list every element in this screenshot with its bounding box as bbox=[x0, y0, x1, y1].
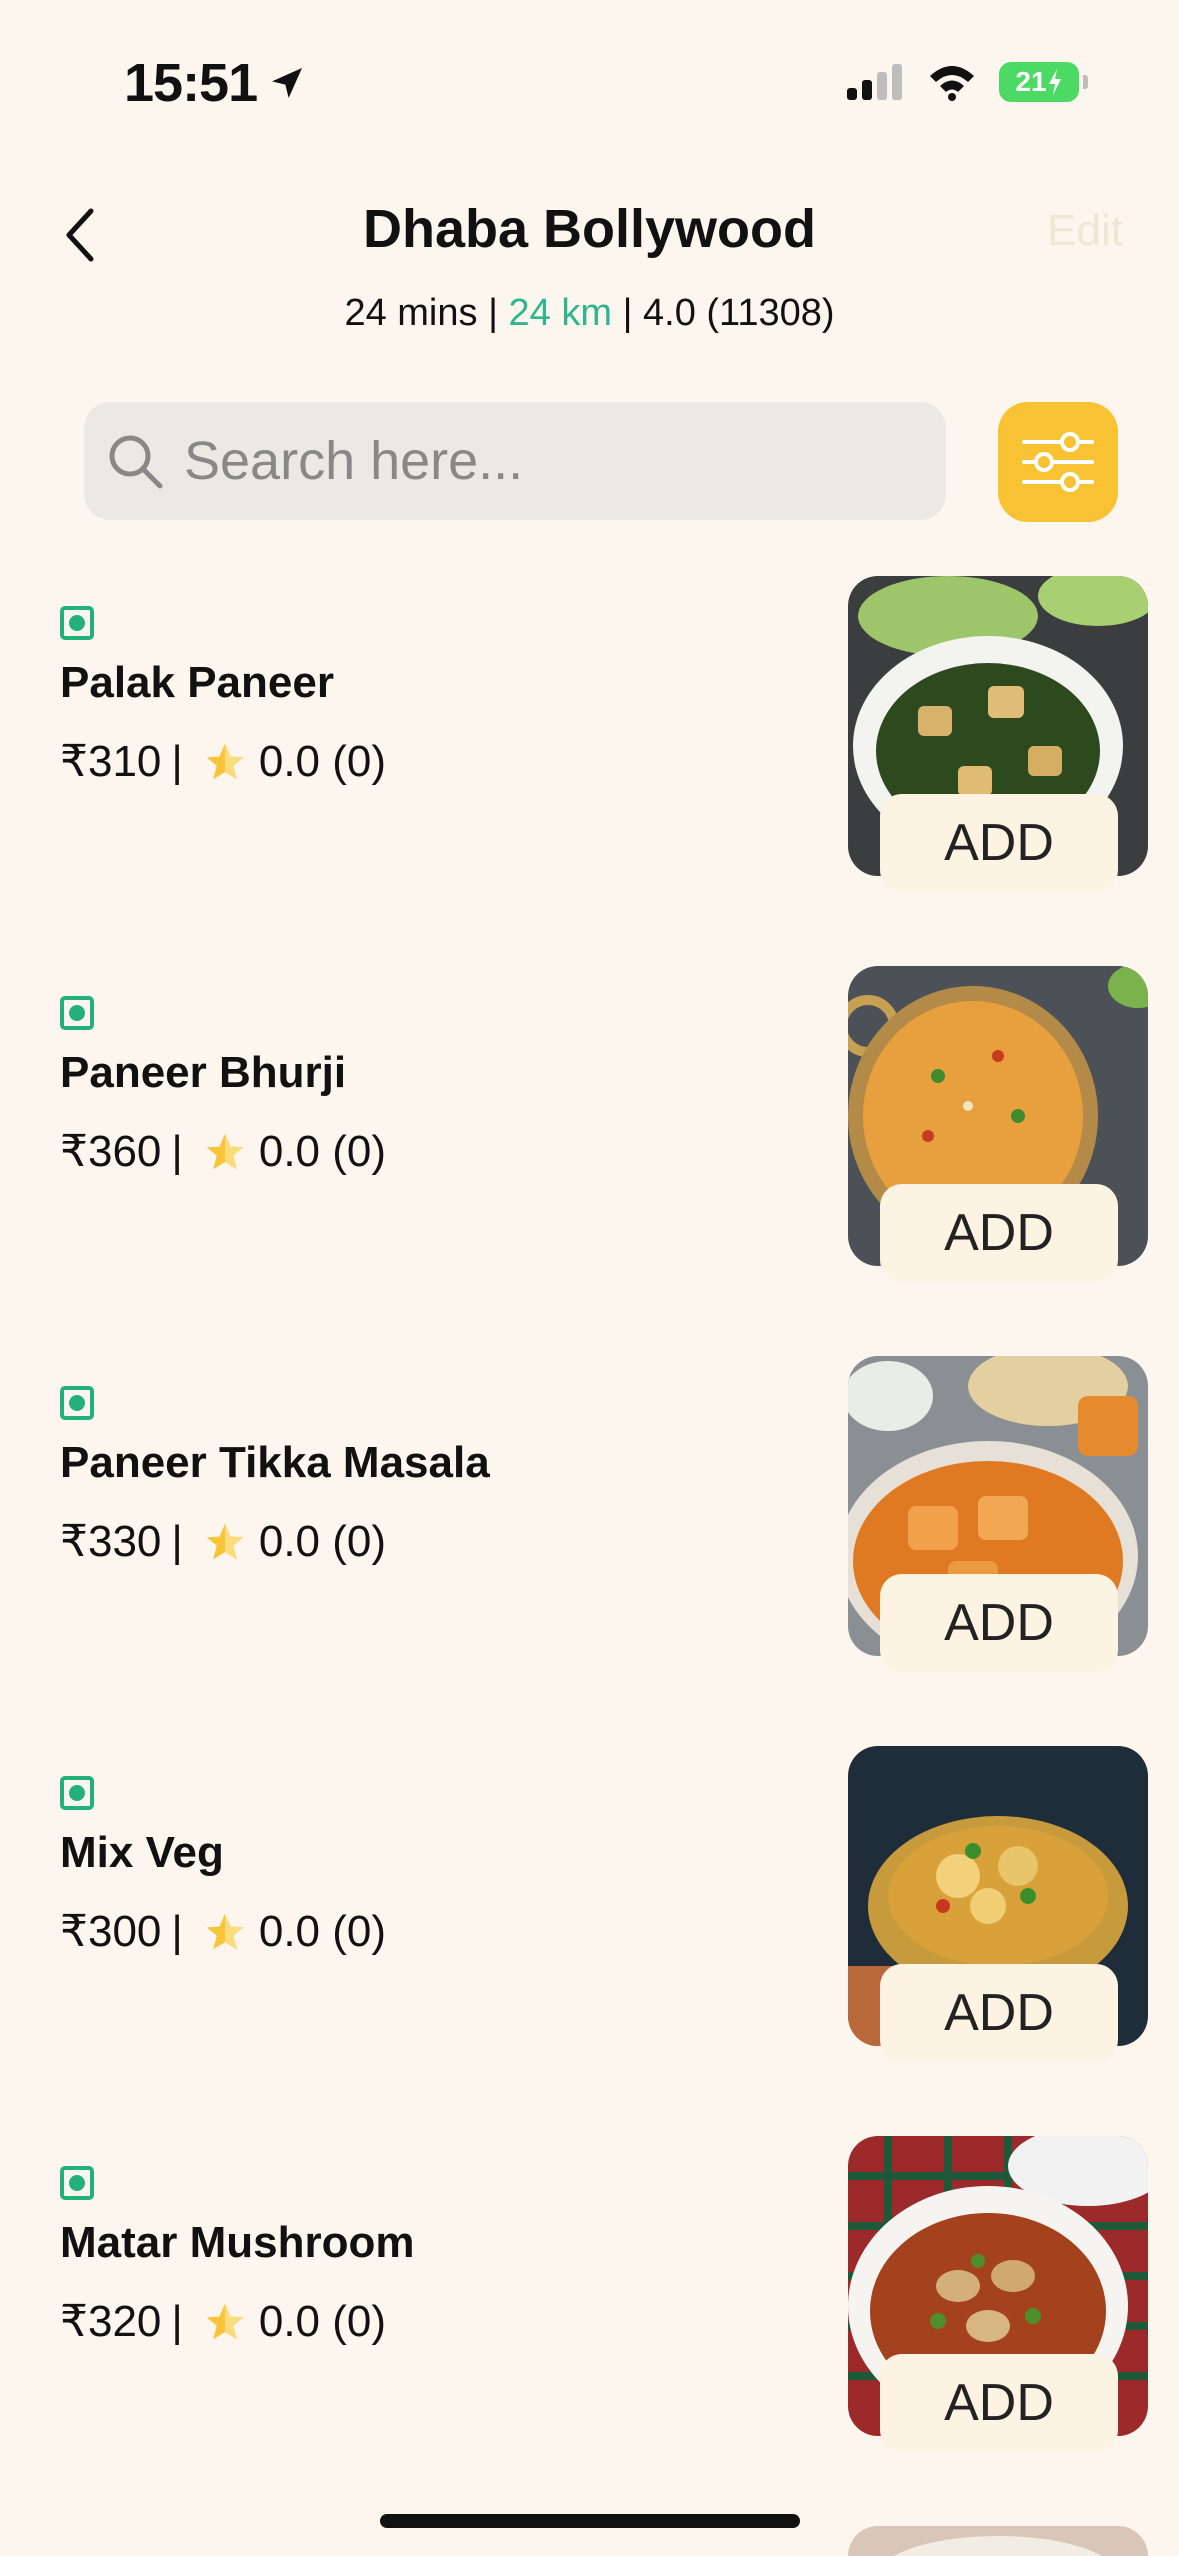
dish-photo-partial bbox=[848, 2526, 1148, 2556]
item-name: Matar Mushroom bbox=[60, 2218, 415, 2267]
item-name: Paneer Tikka Masala bbox=[60, 1438, 490, 1487]
page-title: Dhaba Bollywood bbox=[362, 199, 816, 259]
separator: | bbox=[171, 1126, 183, 1176]
item-price: ₹310 bbox=[60, 737, 162, 786]
home-indicator[interactable] bbox=[380, 2514, 800, 2528]
menu-item: Matar Mushroom ₹320 | 0.0 (0) ADD bbox=[0, 2136, 1179, 2526]
item-price: ₹330 bbox=[60, 1517, 162, 1566]
item-meta: ₹330 | 0.0 (0) bbox=[60, 1516, 386, 1567]
item-rating: 0.0 bbox=[258, 1516, 321, 1566]
veg-indicator-icon bbox=[60, 1386, 94, 1420]
charging-bolt-icon bbox=[1048, 69, 1061, 95]
item-meta: ₹360 | 0.0 (0) bbox=[60, 1126, 386, 1177]
separator: | bbox=[488, 292, 498, 334]
item-rating-count: (0) bbox=[332, 1516, 387, 1566]
separator: | bbox=[622, 292, 633, 334]
distance: 24 km bbox=[508, 292, 612, 334]
item-rating: 0.0 bbox=[258, 2296, 321, 2346]
star-icon bbox=[206, 1913, 244, 1949]
status-time-text: 15:51 bbox=[124, 53, 258, 113]
add-button[interactable]: ADD bbox=[880, 794, 1118, 892]
veg-indicator-icon bbox=[60, 606, 94, 640]
item-rating-count: (0) bbox=[332, 1906, 387, 1956]
separator: | bbox=[171, 1906, 183, 1956]
star-icon bbox=[206, 743, 244, 779]
item-rating: 0.0 bbox=[258, 1126, 321, 1176]
edit-button[interactable]: Edit bbox=[1047, 206, 1123, 256]
item-name: Palak Paneer bbox=[60, 658, 334, 707]
veg-indicator-icon bbox=[60, 996, 94, 1030]
separator: | bbox=[171, 1516, 183, 1566]
veg-indicator-icon bbox=[60, 1776, 94, 1810]
menu-item: Palak Paneer ₹310 | 0.0 (0) ADD bbox=[0, 576, 1179, 966]
restaurant-info: 24 mins | 24 km | 4.0 (11308) bbox=[0, 292, 1179, 335]
menu-item: Paneer Tikka Masala ₹330 | 0.0 (0) ADD bbox=[0, 1356, 1179, 1746]
add-button[interactable]: ADD bbox=[880, 2354, 1118, 2452]
item-name: Paneer Bhurji bbox=[60, 1048, 347, 1097]
item-rating: 0.0 bbox=[258, 736, 321, 786]
separator: | bbox=[171, 736, 183, 786]
item-price: ₹360 bbox=[60, 1127, 162, 1176]
separator: | bbox=[171, 2296, 183, 2346]
filter-button[interactable] bbox=[998, 402, 1118, 522]
add-button[interactable]: ADD bbox=[880, 1574, 1118, 1672]
battery-level: 21 bbox=[1015, 66, 1047, 97]
item-rating-count: (0) bbox=[332, 2296, 387, 2346]
delivery-time: 24 mins bbox=[344, 292, 478, 334]
menu-list: Palak Paneer ₹310 | 0.0 (0) ADD Paneer B… bbox=[0, 576, 1179, 2526]
sliders-icon bbox=[1022, 432, 1094, 492]
veg-indicator-icon bbox=[60, 2166, 94, 2200]
item-name: Mix Veg bbox=[60, 1828, 224, 1877]
star-icon bbox=[206, 2303, 244, 2339]
status-indicators: 21 bbox=[845, 62, 1088, 102]
add-button[interactable]: ADD bbox=[880, 1184, 1118, 1282]
item-price: ₹300 bbox=[60, 1907, 162, 1956]
location-arrow-icon bbox=[272, 68, 303, 98]
star-icon bbox=[206, 1523, 244, 1559]
menu-item: Paneer Bhurji ₹360 | 0.0 (0) ADD bbox=[0, 966, 1179, 1356]
restaurant-rating: 4.0 (11308) bbox=[643, 292, 835, 334]
item-meta: ₹310 | 0.0 (0) bbox=[60, 736, 386, 787]
search-icon bbox=[109, 435, 163, 489]
item-rating-count: (0) bbox=[332, 736, 387, 786]
star-icon bbox=[206, 1133, 244, 1169]
battery-indicator: 21 bbox=[999, 62, 1088, 102]
wifi-icon bbox=[930, 66, 974, 101]
status-time: 15:51 bbox=[124, 52, 307, 114]
search-input[interactable] bbox=[184, 430, 884, 492]
item-meta: ₹300 | 0.0 (0) bbox=[60, 1906, 386, 1957]
item-rating: 0.0 bbox=[258, 1906, 321, 1956]
cellular-signal-icon bbox=[847, 64, 902, 100]
restaurant-menu-screen: 15:51 21 Dhaba Bollywood Edit 24 mins | … bbox=[0, 0, 1179, 2556]
item-rating-count: (0) bbox=[332, 1126, 387, 1176]
item-meta: ₹320 | 0.0 (0) bbox=[60, 2296, 386, 2347]
item-price: ₹320 bbox=[60, 2297, 162, 2346]
search-bar[interactable] bbox=[84, 402, 946, 520]
menu-item: Mix Veg ₹300 | 0.0 (0) ADD bbox=[0, 1746, 1179, 2136]
add-button[interactable]: ADD bbox=[880, 1964, 1118, 2062]
